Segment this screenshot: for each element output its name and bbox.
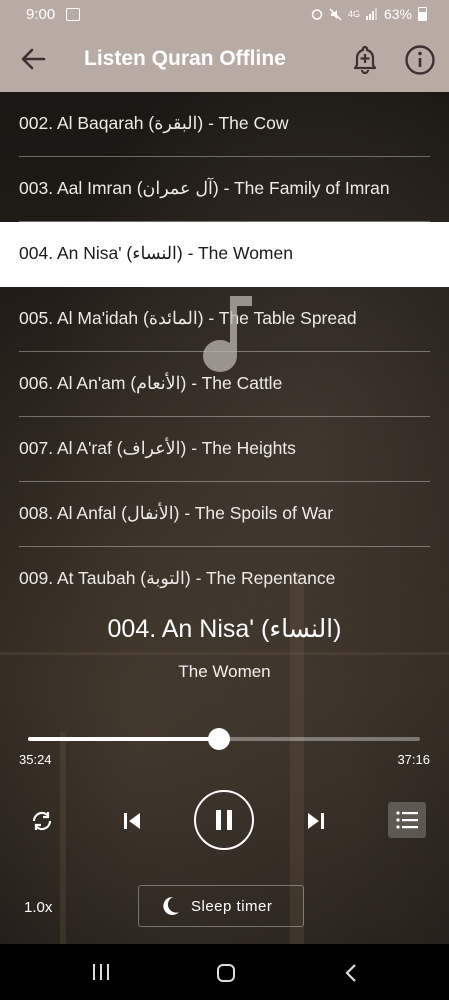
playlist-button[interactable]: [388, 802, 426, 838]
repeat-icon[interactable]: [29, 808, 55, 834]
arrow-left-icon[interactable]: [18, 44, 48, 74]
now-playing-subtitle: The Women: [178, 662, 271, 681]
status-bar: 9:00 4G 63%: [0, 0, 449, 30]
seek-bar[interactable]: [28, 728, 420, 750]
seek-bar-fill: [28, 737, 220, 741]
total-time: 37:16: [397, 752, 430, 767]
home-icon[interactable]: [216, 963, 236, 983]
back-nav-icon[interactable]: [342, 963, 360, 983]
signal-icon: [365, 8, 377, 20]
list-item[interactable]: 008. Al Anfal (الأنفال) - The Spoils of …: [0, 482, 449, 547]
status-time: 9:00: [26, 6, 56, 23]
playback-speed-button[interactable]: 1.0x: [24, 899, 52, 916]
list-item-label: 005. Al Ma'idah (المائدة) - The Table Sp…: [19, 308, 357, 328]
pause-icon: [216, 810, 232, 830]
play-pause-button[interactable]: [194, 790, 254, 850]
battery-percent: 63%: [383, 6, 412, 22]
info-icon[interactable]: [404, 44, 436, 76]
previous-icon[interactable]: [121, 810, 143, 832]
battery-icon: [418, 7, 427, 21]
mute-icon: [329, 8, 342, 20]
list-item-label: 007. Al A'raf (الأعراف) - The Heights: [19, 438, 296, 458]
list-icon: [396, 811, 418, 829]
list-item-label: 002. Al Baqarah (البقرة) - The Cow: [19, 113, 289, 133]
list-item[interactable]: 002. Al Baqarah (البقرة) - The Cow: [0, 92, 449, 157]
next-icon[interactable]: [305, 810, 327, 832]
alarm-add-icon[interactable]: [350, 44, 380, 74]
app-bar: Listen Quran Offline: [0, 30, 449, 92]
recent-apps-icon[interactable]: [91, 963, 111, 981]
list-item-label: 006. Al An'am (الأنعام) - The Cattle: [19, 373, 283, 393]
now-playing-title: 004. An Nisa' (النساء): [107, 615, 342, 643]
system-nav-bar: [0, 944, 449, 1000]
sleep-timer-button[interactable]: Sleep timer: [138, 885, 304, 927]
list-item[interactable]: 009. At Taubah (التوبة) - The Repentance: [0, 547, 449, 588]
list-item[interactable]: 007. Al A'raf (الأعراف) - The Heights: [0, 417, 449, 482]
moon-icon: [163, 896, 179, 915]
status-icons: 4G 63%: [311, 6, 427, 22]
music-note-icon: [203, 296, 252, 372]
list-item[interactable]: 003. Aal Imran (آل عمران) - The Family o…: [0, 157, 449, 222]
alarm-status-icon: [311, 9, 323, 20]
list-item-label: 009. At Taubah (التوبة) - The Repentance: [19, 568, 336, 588]
page-title: Listen Quran Offline: [84, 47, 286, 70]
list-item-label: 004. An Nisa' (النساء) - The Women: [19, 243, 293, 263]
network-type: 4G: [347, 8, 360, 19]
sleep-timer-label: Sleep timer: [191, 898, 273, 915]
image-notification-icon: [66, 8, 80, 21]
current-time: 35:24: [19, 752, 52, 767]
list-item-label: 003. Aal Imran (آل عمران) - The Family o…: [19, 178, 390, 198]
list-item-active[interactable]: 004. An Nisa' (النساء) - The Women: [0, 222, 449, 287]
list-item-label: 008. Al Anfal (الأنفال) - The Spoils of …: [19, 503, 334, 523]
